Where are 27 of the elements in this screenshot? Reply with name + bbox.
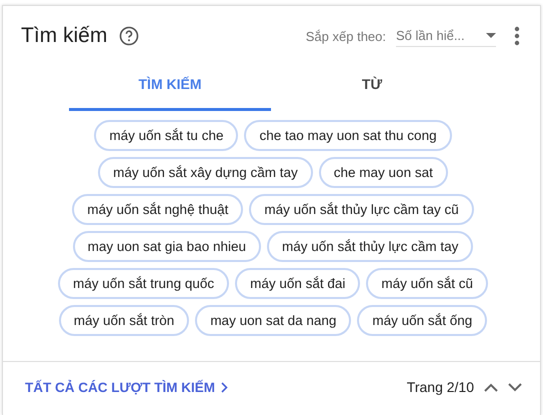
tab[interactable]: TỪ <box>271 62 473 111</box>
chevron-up-icon[interactable] <box>484 382 498 392</box>
card-title: Tìm kiếm <box>21 24 108 48</box>
tab[interactable]: TÌM KIẾM <box>69 62 271 111</box>
search-chip[interactable]: máy uốn sắt thủy lực cầm tay <box>267 231 474 262</box>
search-chip[interactable]: may uon sat da nang <box>195 305 352 336</box>
search-chip[interactable]: máy uốn sắt ống <box>357 305 488 336</box>
all-searches-link[interactable]: TẤT CẢ CÁC LƯỢT TÌM KIẾM <box>25 380 228 394</box>
caret-icon <box>486 33 496 38</box>
search-chip[interactable]: máy uốn sắt thủy lực cầm tay cũ <box>249 194 474 225</box>
page-indicator: Trang 2/10 <box>406 379 474 395</box>
search-chip[interactable]: che tao may uon sat thu cong <box>244 120 452 151</box>
search-chip[interactable]: máy uốn sắt cũ <box>366 268 488 299</box>
sort-dropdown[interactable]: Số lần hiể... <box>396 25 496 47</box>
search-chip[interactable]: máy uốn sắt tròn <box>58 305 190 336</box>
help-icon[interactable] <box>119 26 140 46</box>
more-icon[interactable] <box>514 26 520 46</box>
chevron-down-icon[interactable] <box>508 382 522 392</box>
search-chip[interactable]: máy uốn sắt trung quốc <box>58 268 230 299</box>
chevron-right-icon <box>220 382 228 392</box>
search-chip[interactable]: máy uốn sắt đai <box>235 268 360 299</box>
search-chip[interactable]: máy uốn sắt tu che <box>94 120 238 151</box>
search-chip[interactable]: may uon sat gia bao nhieu <box>72 231 261 262</box>
search-chip[interactable]: che may uon sat <box>318 157 448 188</box>
search-chip[interactable]: máy uốn sắt nghệ thuật <box>72 194 244 225</box>
search-chip[interactable]: máy uốn sắt xây dựng cầm tay <box>98 157 313 188</box>
sort-label: Sắp xếp theo: <box>306 28 386 44</box>
